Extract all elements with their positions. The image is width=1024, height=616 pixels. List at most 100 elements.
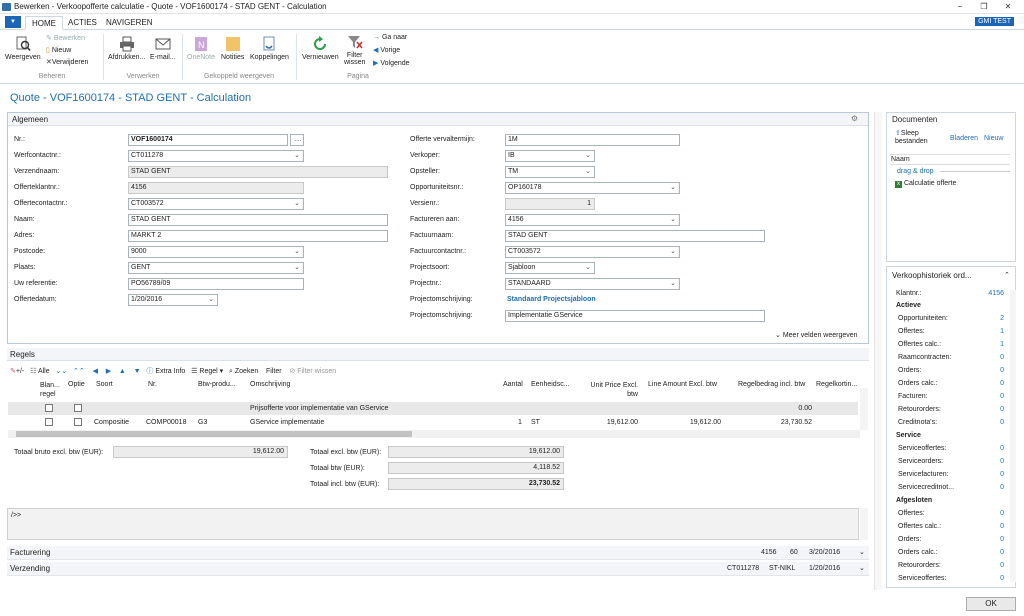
offertedatum-field[interactable]: 1/20/2016 ⌄: [128, 294, 218, 306]
arrow-down-icon[interactable]: ▼: [134, 368, 141, 375]
col-regelkort[interactable]: Regelkortin...: [816, 381, 857, 388]
close-button[interactable]: ✕: [1002, 1, 1014, 12]
projectomschrijving-link[interactable]: Standaard Projectsjabloon: [507, 296, 596, 303]
historiek-row-count[interactable]: 0: [1000, 575, 1004, 582]
assist-edit-button[interactable]: …: [290, 134, 304, 146]
historiek-row-count[interactable]: 0: [1000, 510, 1004, 517]
volgende-button[interactable]: ▶ Volgende: [373, 59, 410, 67]
expand-down-icon[interactable]: ⌄⌄: [55, 368, 67, 375]
verwijderen-button[interactable]: ✕Verwijderen: [46, 58, 88, 66]
documenten-col-naam[interactable]: Naam: [890, 154, 1010, 165]
historiek-row-count[interactable]: 0: [1000, 549, 1004, 556]
historiek-row-count[interactable]: 0: [1000, 562, 1004, 569]
projectsoort-field[interactable]: Sjabloon ⌄: [505, 262, 595, 274]
col-unitprice[interactable]: Unit Price Excl. btw: [588, 381, 638, 399]
email-button[interactable]: E-mail...: [150, 36, 176, 61]
col-soort[interactable]: Soort: [96, 381, 113, 388]
opportuniteitsnr-field[interactable]: OP160178 ⌄: [505, 182, 680, 194]
table-row[interactable]: [8, 402, 858, 415]
chevron-down-icon[interactable]: ⌄: [294, 263, 300, 273]
bladeren-link[interactable]: Bladeren: [950, 135, 978, 142]
filter-wissen-small-button[interactable]: ⊘ Filter wissen: [289, 368, 336, 375]
factureren-aan-field[interactable]: 4156 ⌄: [505, 214, 680, 226]
chevron-down-icon[interactable]: ⌄: [294, 151, 300, 161]
meer-velden-button[interactable]: ⌄ Meer velden weergeven: [775, 331, 858, 339]
offerte-vervaltermijn-field[interactable]: 1M: [505, 134, 680, 146]
chevron-down-icon[interactable]: ⌄: [670, 247, 676, 257]
historiek-row-count[interactable]: 0: [1000, 484, 1004, 491]
alle-button[interactable]: ☷ Alle: [30, 368, 50, 375]
chevron-down-icon[interactable]: ⌄: [294, 247, 300, 257]
plusmin-button[interactable]: ✎+/-: [10, 368, 24, 375]
algemeen-header[interactable]: Algemeen: [8, 113, 868, 126]
col-btw[interactable]: Btw-produ...: [198, 381, 236, 388]
werfcontactnr-field[interactable]: CT011278 ⌄: [128, 150, 304, 162]
table-row[interactable]: [8, 416, 858, 429]
vorige-button[interactable]: ◀ Vorige: [373, 46, 400, 54]
arrow-up-icon[interactable]: ▲: [119, 368, 126, 375]
filter-wissen-button[interactable]: Filter wissen: [344, 34, 365, 66]
col-blanco[interactable]: Blan... regel: [40, 381, 62, 399]
historiek-row-count[interactable]: 0: [1000, 419, 1004, 426]
regels-header[interactable]: Regels: [7, 348, 869, 361]
optie-checkbox[interactable]: [74, 404, 82, 412]
col-aantal[interactable]: Aantal: [503, 381, 523, 388]
verkoper-field[interactable]: IB ⌄: [505, 150, 595, 162]
adres-field[interactable]: MARKT 2: [128, 230, 388, 242]
historiek-row-count[interactable]: 2: [1000, 315, 1004, 322]
historiek-row-count[interactable]: 0: [1000, 354, 1004, 361]
naam-field[interactable]: STAD GENT: [128, 214, 388, 226]
historiek-row-count[interactable]: 0: [1000, 458, 1004, 465]
historiek-row-count[interactable]: 0: [1000, 367, 1004, 374]
tab-navigeren[interactable]: NAVIGEREN: [100, 16, 159, 30]
projectnr-field[interactable]: STANDAARD ⌄: [505, 278, 680, 290]
bewerken-button[interactable]: ✎ Bewerken: [46, 34, 85, 42]
col-nr[interactable]: Nr.: [148, 381, 157, 388]
arrow-right-icon[interactable]: ▶: [106, 368, 111, 375]
zoeken-button[interactable]: ⌕ Zoeken: [229, 368, 258, 375]
scrollbar-thumb[interactable]: [16, 431, 412, 437]
koppelingen-button[interactable]: Koppelingen: [250, 36, 289, 61]
extra-info-button[interactable]: ⓘ Extra Info: [146, 368, 185, 375]
ga-naar-button[interactable]: → Ga naar: [373, 34, 407, 41]
col-omschrijving[interactable]: Omschrijving: [250, 381, 290, 388]
weergeven-button[interactable]: Weergeven: [5, 36, 41, 61]
notes-scrollbar[interactable]: [860, 508, 868, 540]
tab-acties[interactable]: ACTIES: [62, 16, 103, 30]
facturering-fasttab[interactable]: Facturering 4156 60 3/20/2016 ⌄: [7, 546, 869, 560]
ok-button[interactable]: OK: [966, 597, 1016, 611]
afdrukken-button[interactable]: Afdrukken...: [108, 36, 145, 61]
offertecontactnr-field[interactable]: CT003572 ⌄: [128, 198, 304, 210]
historiek-row-count[interactable]: 0: [1000, 536, 1004, 543]
chevron-down-icon[interactable]: ⌄: [670, 279, 676, 289]
vernieuwen-button[interactable]: Vernieuwen: [302, 36, 339, 61]
col-regelbedrag[interactable]: Regelbedrag incl. btw: [738, 381, 805, 388]
chevron-down-icon[interactable]: ⌄: [859, 548, 865, 556]
chevron-down-icon[interactable]: ⌄: [670, 215, 676, 225]
nr-field[interactable]: VOF1600174: [128, 134, 288, 146]
chevron-down-icon[interactable]: ⌄: [208, 295, 214, 305]
opsteller-field[interactable]: TM ⌄: [505, 166, 595, 178]
postcode-field[interactable]: 9000 ⌄: [128, 246, 304, 258]
regel-menu-button[interactable]: ☰ Regel ▾: [191, 368, 223, 375]
historiek-row-count[interactable]: 0: [1000, 523, 1004, 530]
notes-area[interactable]: />>: [7, 508, 859, 540]
col-optie[interactable]: Optie: [68, 381, 85, 388]
blanco-checkbox[interactable]: [45, 418, 53, 426]
chevron-down-icon[interactable]: ⌄: [859, 564, 865, 572]
nieuw-link[interactable]: Nieuw: [984, 135, 1003, 142]
settings-icon[interactable]: ⚙: [851, 114, 858, 123]
projectomschrijving-field[interactable]: Implementatie GService: [505, 310, 765, 322]
page-vertical-scrollbar[interactable]: [874, 112, 882, 590]
onenote-button[interactable]: N OneNote: [187, 36, 215, 61]
historiek-row-count[interactable]: 0: [1000, 406, 1004, 413]
historiek-row-count[interactable]: 0: [1000, 380, 1004, 387]
minimize-button[interactable]: −: [954, 1, 966, 12]
chevron-down-icon[interactable]: ⌄: [294, 199, 300, 209]
historiek-row-count[interactable]: 1: [1000, 328, 1004, 335]
plaats-field[interactable]: GENT ⌄: [128, 262, 304, 274]
notities-button[interactable]: Notities: [221, 36, 244, 61]
chevron-down-icon[interactable]: ⌄: [585, 263, 591, 273]
factuurnaam-field[interactable]: STAD GENT: [505, 230, 765, 242]
historiek-row-count[interactable]: 0: [1000, 393, 1004, 400]
